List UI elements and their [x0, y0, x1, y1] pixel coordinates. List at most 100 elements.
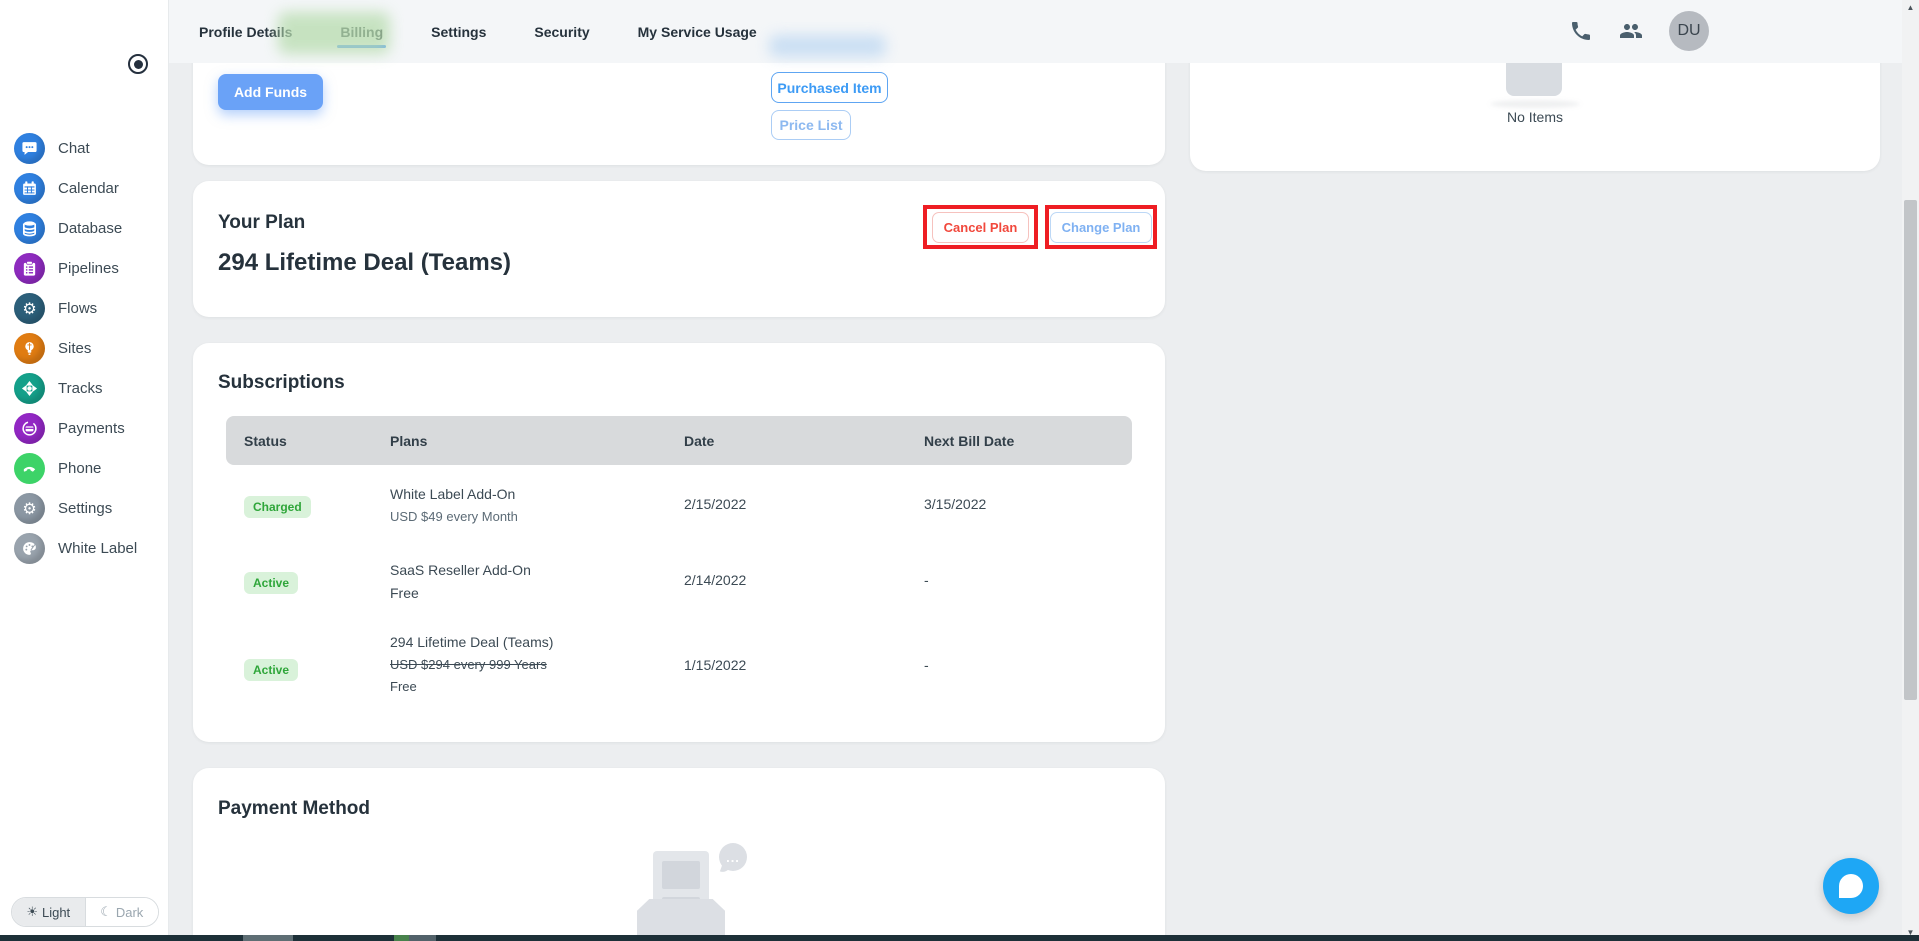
plan-name-cell: SaaS Reseller Add-On	[390, 562, 531, 578]
theme-toggle: ☀ Light ☾ Dark	[11, 897, 159, 927]
table-header-row: Status Plans Date Next Bill Date	[226, 416, 1132, 465]
status-badge: Active	[244, 659, 299, 681]
sidebar-item-pipelines[interactable]: Pipelines	[14, 253, 137, 284]
tab-my-service-usage[interactable]: My Service Usage	[638, 24, 757, 40]
payment-method-title: Payment Method	[218, 798, 371, 819]
table-row: Active 294 Lifetime Deal (Teams) USD $29…	[226, 628, 1132, 723]
contacts-icon[interactable]	[1619, 19, 1643, 43]
sidebar-item-sites[interactable]: Sites	[14, 333, 137, 364]
phone-handset-icon	[14, 453, 45, 484]
payments-card-icon	[14, 413, 45, 444]
date-cell: 2/15/2022	[684, 496, 747, 512]
column-status: Status	[244, 433, 287, 449]
sidebar-item-flows[interactable]: ⚙ Flows	[14, 293, 137, 324]
add-funds-button[interactable]: Add Funds	[218, 74, 323, 110]
bottom-progress-bar	[0, 935, 1919, 941]
plan-price-cell: Free	[390, 585, 419, 601]
table-row: Charged White Label Add-On USD $49 every…	[226, 483, 1132, 559]
scrollbar-thumb[interactable]	[1904, 200, 1917, 700]
table-row: Active SaaS Reseller Add-On Free 2/14/20…	[226, 559, 1132, 635]
plan-price-cell: USD $49 every Month	[390, 509, 518, 524]
sidebar-item-white-label[interactable]: White Label	[14, 533, 137, 564]
database-icon	[14, 213, 45, 244]
settings-gear-icon: ⚙	[14, 493, 45, 524]
moon-icon: ☾	[100, 904, 112, 919]
next-bill-cell: 3/15/2022	[924, 496, 987, 512]
annotation-box-change: Change Plan	[1045, 205, 1157, 249]
subscriptions-card: Subscriptions Status Plans Date Next Bil…	[193, 343, 1165, 742]
app-sidebar: Chat Calendar Database Pipelines ⚙ Flows	[0, 0, 169, 941]
user-avatar[interactable]: DU	[1669, 11, 1709, 51]
progress-segment	[394, 935, 409, 941]
tab-settings[interactable]: Settings	[431, 24, 486, 40]
plan-name-cell: White Label Add-On	[390, 486, 516, 502]
plan-price-cell: Free	[390, 679, 417, 694]
sidebar-item-payments[interactable]: Payments	[14, 413, 137, 444]
date-cell: 2/14/2022	[684, 572, 747, 588]
your-plan-card: Your Plan 294 Lifetime Deal (Teams) Canc…	[193, 181, 1165, 317]
sun-icon: ☀	[26, 904, 38, 919]
status-badge: Charged	[244, 496, 311, 518]
chat-launcher-icon	[1839, 874, 1863, 898]
sidebar-item-calendar[interactable]: Calendar	[14, 173, 137, 204]
price-list-button[interactable]: Price List	[771, 110, 851, 140]
sidebar-label: Database	[58, 220, 123, 237]
sidebar-label: Payments	[58, 420, 125, 437]
sidebar-item-tracks[interactable]: Tracks	[14, 373, 137, 404]
sidebar-label: Sites	[58, 340, 92, 357]
status-badge: Active	[244, 572, 299, 594]
date-cell: 1/15/2022	[684, 657, 747, 673]
column-plans: Plans	[390, 433, 428, 449]
gear-icon: ⚙	[14, 293, 45, 324]
redacted-blur-green	[278, 12, 390, 54]
column-next-bill-date: Next Bill Date	[924, 433, 1015, 449]
calendar-icon	[14, 173, 45, 204]
purchased-item-button[interactable]: Purchased Item	[771, 72, 888, 103]
plan-old-price-cell: USD $294 every 999 Years	[390, 657, 547, 672]
your-plan-title: Your Plan	[218, 212, 306, 233]
sidebar-item-phone[interactable]: Phone	[14, 453, 137, 484]
theme-dark-label: Dark	[115, 904, 144, 920]
move-arrows-icon	[14, 373, 45, 404]
no-items-text: No Items	[1506, 109, 1563, 125]
clipboard-icon	[14, 253, 45, 284]
sidebar-item-chat[interactable]: Chat	[14, 133, 137, 164]
sidebar-collapse-toggle-icon[interactable]	[128, 54, 148, 74]
lightbulb-icon	[14, 333, 45, 364]
sidebar-label: Pipelines	[58, 260, 119, 277]
tray-shadow	[1490, 100, 1580, 108]
sidebar-label: Calendar	[58, 180, 119, 197]
progress-segment	[243, 935, 293, 941]
sidebar-item-settings[interactable]: ⚙ Settings	[14, 493, 137, 524]
column-date: Date	[684, 433, 715, 449]
sidebar-label: Tracks	[58, 380, 103, 397]
chat-dots-icon: ...	[719, 843, 747, 871]
sidebar-item-database[interactable]: Database	[14, 213, 137, 244]
empty-payment-illustration: ...	[623, 843, 753, 941]
theme-light-button[interactable]: ☀ Light	[12, 898, 86, 926]
annotation-box-cancel: Cancel Plan	[923, 205, 1038, 249]
change-plan-button[interactable]: Change Plan	[1049, 211, 1153, 243]
progress-segment	[409, 935, 436, 941]
sidebar-label: Flows	[58, 300, 98, 317]
current-plan-name: 294 Lifetime Deal (Teams)	[218, 249, 512, 276]
sidebar-label: Chat	[58, 140, 90, 157]
redacted-blur-blue	[769, 35, 886, 57]
cancel-plan-button[interactable]: Cancel Plan	[931, 211, 1030, 243]
tab-security[interactable]: Security	[534, 24, 589, 40]
phone-icon[interactable]	[1569, 19, 1593, 43]
theme-dark-button[interactable]: ☾ Dark	[85, 898, 158, 926]
sidebar-label: White Label	[58, 540, 138, 557]
plan-name-cell: 294 Lifetime Deal (Teams)	[390, 634, 554, 650]
vertical-scrollbar[interactable]: ▲ ▼	[1902, 0, 1919, 941]
next-bill-cell: -	[924, 572, 929, 588]
sidebar-label: Phone	[58, 460, 102, 477]
theme-light-label: Light	[41, 904, 71, 920]
subscriptions-title: Subscriptions	[218, 372, 345, 393]
next-bill-cell: -	[924, 657, 929, 673]
palette-brush-icon	[14, 533, 45, 564]
scroll-up-arrow-icon[interactable]: ▲	[1902, 3, 1919, 12]
payment-method-card: Payment Method ...	[193, 768, 1165, 941]
chat-launcher-button[interactable]	[1823, 858, 1879, 914]
sidebar-label: Settings	[58, 500, 113, 517]
